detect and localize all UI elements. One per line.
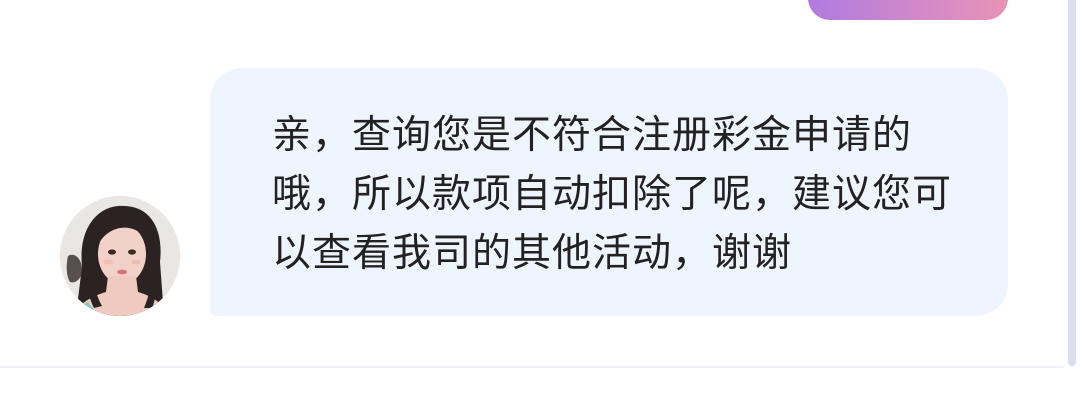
chat-message-list[interactable]: 亲，查询您是不符合注册彩金申请的哦，所以款项自动扣除了呢，建议您可以查看我司的其… [0, 0, 1064, 366]
received-message-bubble[interactable]: 亲，查询您是不符合注册彩金申请的哦，所以款项自动扣除了呢，建议您可以查看我司的其… [210, 68, 1008, 316]
avatar-photo-icon [60, 196, 180, 316]
scrollbar-thumb[interactable] [1068, 0, 1076, 366]
received-message-text: 亲，查询您是不符合注册彩金申请的哦，所以款项自动扣除了呢，建议您可以查看我司的其… [272, 113, 953, 276]
agent-avatar[interactable] [60, 196, 180, 316]
received-message-row: 亲，查询您是不符合注册彩金申请的哦，所以款项自动扣除了呢，建议您可以查看我司的其… [0, 0, 1064, 366]
input-area-top-edge [0, 368, 1064, 400]
chat-screen: 亲，查询您是不符合注册彩金申请的哦，所以款项自动扣除了呢，建议您可以查看我司的其… [0, 0, 1080, 400]
